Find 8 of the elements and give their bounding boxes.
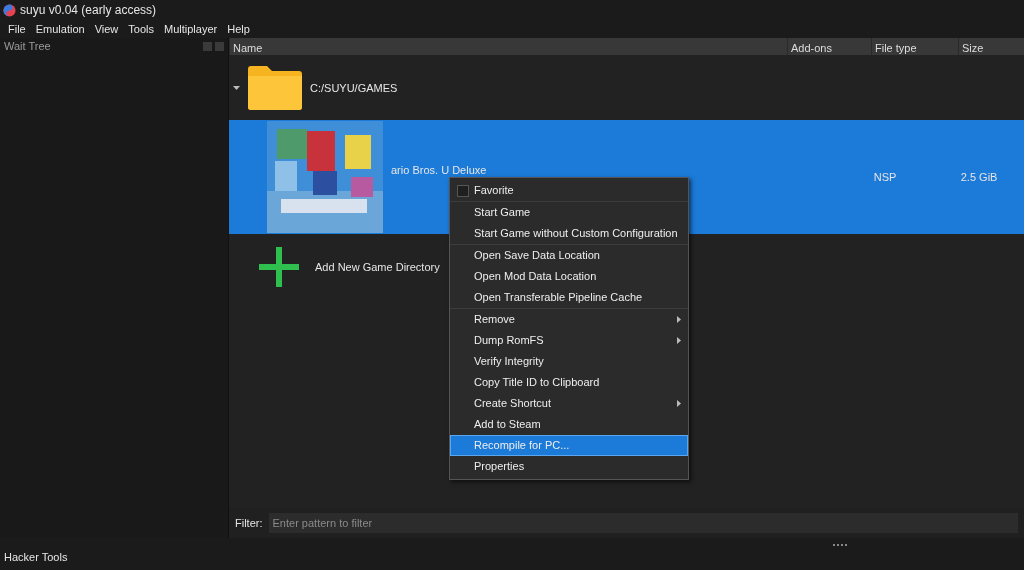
window-title: suyu v0.04 (early access) [20, 2, 157, 19]
folder-path: C:/SUYU/GAMES [310, 80, 398, 96]
dock-title: Hacker Tools [4, 549, 68, 565]
filter-label: Filter: [235, 515, 263, 531]
size-cell-text: 2.5 GiB [959, 169, 999, 185]
game-title: ario Bros. U Deluxe [391, 162, 487, 178]
dock-title: Wait Tree [4, 39, 51, 55]
file-type-cell-text: NSP [872, 169, 898, 185]
